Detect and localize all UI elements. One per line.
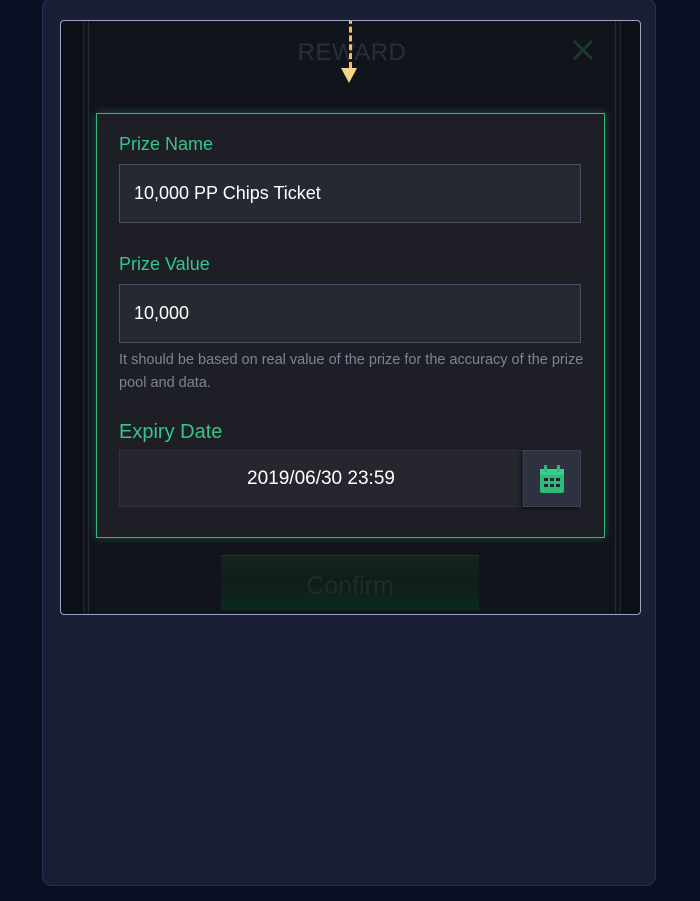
prize-value-hint: It should be based on real value of the … <box>119 352 584 391</box>
close-icon[interactable] <box>572 39 594 61</box>
calendar-icon <box>540 464 564 493</box>
prize-name-input[interactable]: 10,000 PP Chips Ticket <box>119 164 581 223</box>
prize-name-label: Prize Name <box>119 134 214 154</box>
calendar-button[interactable] <box>523 450 581 507</box>
confirm-button[interactable]: Confirm <box>221 555 479 610</box>
prize-value-label: Prize Value <box>119 254 210 274</box>
arrow-dashed-line <box>349 21 354 68</box>
arrow-down-icon <box>341 68 357 83</box>
expiry-date-input[interactable]: 2019/06/30 23:59 <box>119 450 523 507</box>
prize-form-card: Prize Name 10,000 PP Chips Ticket Prize … <box>96 113 605 538</box>
expiry-date-label: Expiry Date <box>119 421 223 443</box>
prize-value-input[interactable]: 10,000 <box>119 284 581 343</box>
